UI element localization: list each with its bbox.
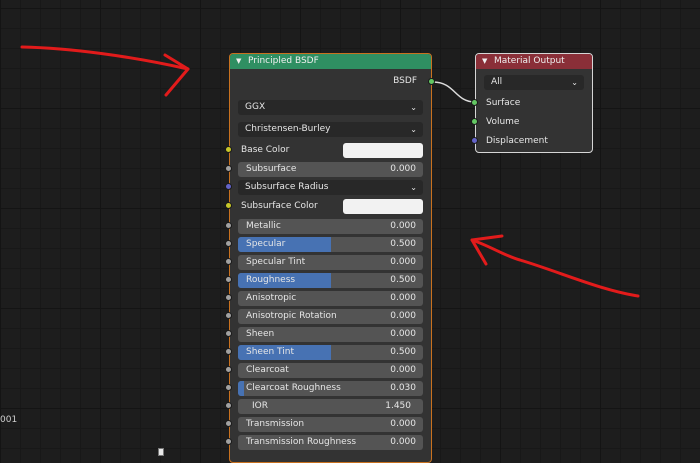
anisotropic-rotation-socket[interactable]	[225, 312, 232, 319]
roughness-slider[interactable]: Roughness 0.500	[238, 273, 423, 288]
principled-bsdf-node[interactable]: ▼ Principled BSDF BSDF GGX ⌄ Christensen…	[229, 53, 432, 463]
transmission-label: Transmission	[246, 419, 305, 429]
anisotropic-socket[interactable]	[225, 294, 232, 301]
transmission-slider[interactable]: Transmission 0.000	[238, 417, 423, 432]
collapse-triangle-icon[interactable]: ▼	[482, 54, 487, 69]
metallic-slider[interactable]: Metallic 0.000	[238, 219, 423, 234]
transmission-roughness-label: Transmission Roughness	[246, 437, 357, 447]
clearcoat-roughness-slider-fill	[238, 381, 244, 396]
base-color-socket[interactable]	[225, 146, 232, 153]
chevron-down-icon: ⌄	[410, 183, 417, 192]
sheen-tint-socket[interactable]	[225, 348, 232, 355]
subsurface-radius-label: Subsurface Radius	[245, 182, 329, 192]
distribution-value: GGX	[245, 102, 266, 112]
clearcoat-roughness-value: 0.030	[390, 383, 416, 393]
specular-socket[interactable]	[225, 240, 232, 247]
sheen-tint-value: 0.500	[390, 347, 416, 357]
chevron-down-icon: ⌄	[571, 78, 578, 87]
anisotropic-value: 0.000	[390, 293, 416, 303]
clearcoat-roughness-label: Clearcoat Roughness	[246, 383, 341, 393]
specular-tint-slider[interactable]: Specular Tint 0.000	[238, 255, 423, 270]
sheen-tint-slider[interactable]: Sheen Tint 0.500	[238, 345, 423, 360]
specular-label: Specular	[246, 239, 286, 249]
clearcoat-slider[interactable]: Clearcoat 0.000	[238, 363, 423, 378]
anisotropic-label: Anisotropic	[246, 293, 297, 303]
roughness-value: 0.500	[390, 275, 416, 285]
surface-input-label: Surface	[486, 98, 521, 108]
specular-value: 0.500	[390, 239, 416, 249]
roughness-socket[interactable]	[225, 276, 232, 283]
clearcoat-roughness-socket[interactable]	[225, 384, 232, 391]
base-color-swatch[interactable]	[343, 143, 423, 158]
red-arrow-top	[20, 45, 190, 97]
base-color-row: Base Color	[238, 143, 423, 158]
subsurface-label: Subsurface	[246, 164, 297, 174]
output-target-value: All	[491, 77, 503, 87]
clearcoat-roughness-slider[interactable]: Clearcoat Roughness 0.030	[238, 381, 423, 396]
subsurface-color-row: Subsurface Color	[238, 199, 423, 214]
roughness-label: Roughness	[246, 275, 296, 285]
sheen-tint-label: Sheen Tint	[246, 347, 295, 357]
subsurface-color-swatch[interactable]	[343, 199, 423, 214]
surface-input-socket[interactable]	[471, 99, 478, 106]
subsurface-radius-dropdown[interactable]: Subsurface Radius ⌄	[238, 180, 423, 195]
bsdf-node-header[interactable]: ▼ Principled BSDF	[230, 54, 431, 69]
red-arrow-right	[470, 234, 640, 298]
subsurface-color-socket[interactable]	[225, 202, 232, 209]
subsurface-value: 0.000	[390, 164, 416, 174]
side-text: 001	[0, 415, 18, 425]
displacement-input-label: Displacement	[486, 136, 548, 146]
output-node-header[interactable]: ▼ Material Output	[476, 54, 592, 69]
clearcoat-value: 0.000	[390, 365, 416, 375]
sheen-slider[interactable]: Sheen 0.000	[238, 327, 423, 342]
ior-label: IOR	[252, 401, 268, 411]
subsurface-radius-socket[interactable]	[225, 183, 232, 190]
transmission-roughness-socket[interactable]	[225, 438, 232, 445]
metallic-label: Metallic	[246, 221, 281, 231]
bsdf-output-socket[interactable]	[428, 78, 435, 85]
displacement-input-socket[interactable]	[471, 137, 478, 144]
transmission-roughness-value: 0.000	[390, 437, 416, 447]
chevron-down-icon: ⌄	[410, 125, 417, 134]
metallic-value: 0.000	[390, 221, 416, 231]
subsurface-color-label: Subsurface Color	[241, 201, 318, 211]
volume-input-label: Volume	[486, 117, 520, 127]
metallic-socket[interactable]	[225, 222, 232, 229]
sheen-socket[interactable]	[225, 330, 232, 337]
sheen-value: 0.000	[390, 329, 416, 339]
transmission-value: 0.000	[390, 419, 416, 429]
anisotropic-rotation-value: 0.000	[390, 311, 416, 321]
subsurface-method-value: Christensen-Burley	[245, 124, 331, 134]
transmission-roughness-slider[interactable]: Transmission Roughness 0.000	[238, 435, 423, 450]
collapse-triangle-icon[interactable]: ▼	[236, 54, 241, 69]
base-color-label: Base Color	[241, 145, 290, 155]
bsdf-node-title: Principled BSDF	[248, 56, 319, 66]
ior-value: 1.450	[385, 401, 411, 411]
sheen-label: Sheen	[246, 329, 275, 339]
ior-socket[interactable]	[225, 402, 232, 409]
chevron-down-icon: ⌄	[410, 103, 417, 112]
clearcoat-label: Clearcoat	[246, 365, 289, 375]
subsurface-socket[interactable]	[225, 165, 232, 172]
anisotropic-rotation-slider[interactable]: Anisotropic Rotation 0.000	[238, 309, 423, 324]
specular-tint-value: 0.000	[390, 257, 416, 267]
ior-slider[interactable]: IOR 1.450	[238, 399, 423, 414]
material-output-node[interactable]: ▼ Material Output All ⌄ Surface Volume D…	[475, 53, 593, 153]
subsurface-field[interactable]: Subsurface 0.000	[238, 162, 423, 177]
transmission-socket[interactable]	[225, 420, 232, 427]
clearcoat-socket[interactable]	[225, 366, 232, 373]
specular-tint-label: Specular Tint	[246, 257, 306, 267]
anisotropic-slider[interactable]: Anisotropic 0.000	[238, 291, 423, 306]
specular-tint-socket[interactable]	[225, 258, 232, 265]
link-wire	[432, 81, 476, 103]
subsurface-method-dropdown[interactable]: Christensen-Burley ⌄	[238, 122, 423, 137]
specular-slider[interactable]: Specular 0.500	[238, 237, 423, 252]
volume-input-socket[interactable]	[471, 118, 478, 125]
bsdf-output-label: BSDF	[393, 76, 417, 86]
output-target-dropdown[interactable]: All ⌄	[484, 75, 584, 90]
mouse-cursor-icon	[158, 448, 164, 456]
distribution-dropdown[interactable]: GGX ⌄	[238, 100, 423, 115]
output-node-title: Material Output	[494, 56, 565, 66]
anisotropic-rotation-label: Anisotropic Rotation	[246, 311, 337, 321]
